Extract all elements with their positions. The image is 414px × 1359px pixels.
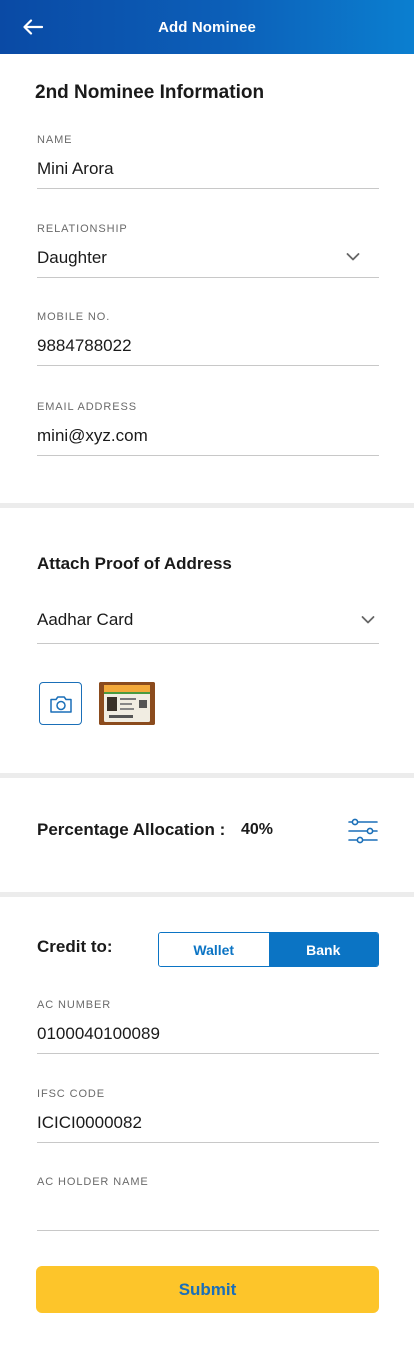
- ac-number-label: AC NUMBER: [37, 999, 112, 1011]
- arrow-left-icon: [23, 19, 43, 35]
- email-field[interactable]: EMAIL ADDRESS mini@xyz.com: [37, 401, 379, 456]
- camera-icon: [49, 695, 72, 713]
- credit-toggle: Wallet Bank: [158, 932, 379, 967]
- wallet-option[interactable]: Wallet: [159, 933, 269, 966]
- mobile-field[interactable]: MOBILE NO. 9884788022: [37, 311, 379, 366]
- ifsc-label: IFSC CODE: [37, 1088, 105, 1100]
- email-label: EMAIL ADDRESS: [37, 401, 137, 413]
- proof-section-title: Attach Proof of Address: [37, 554, 232, 573]
- id-card-image: [99, 682, 155, 725]
- page-title: Add Nominee: [158, 18, 256, 36]
- bank-option[interactable]: Bank: [268, 933, 378, 966]
- section-divider: [0, 892, 414, 897]
- document-type-dropdown[interactable]: Aadhar Card: [37, 600, 379, 644]
- ac-number-field[interactable]: AC NUMBER 0100040100089: [37, 999, 379, 1054]
- section-divider: [0, 773, 414, 778]
- relationship-dropdown[interactable]: RELATIONSHIP Daughter: [37, 223, 379, 278]
- back-button[interactable]: [18, 13, 48, 41]
- camera-button[interactable]: [39, 682, 82, 725]
- allocation-label: Percentage Allocation :: [37, 820, 226, 839]
- name-value: Mini Arora: [37, 159, 114, 178]
- name-label: NAME: [37, 134, 73, 146]
- ac-number-value: 0100040100089: [37, 1024, 160, 1043]
- ac-holder-field[interactable]: AC HOLDER NAME: [37, 1176, 379, 1231]
- section-divider: [0, 503, 414, 508]
- submit-button[interactable]: Submit: [36, 1266, 379, 1313]
- document-type-value: Aadhar Card: [37, 610, 134, 629]
- mobile-value: 9884788022: [37, 336, 132, 355]
- chevron-down-icon: [361, 616, 375, 624]
- ifsc-value: ICICI0000082: [37, 1113, 142, 1132]
- mobile-label: MOBILE NO.: [37, 311, 111, 323]
- name-field[interactable]: NAME Mini Arora: [37, 134, 379, 189]
- chevron-down-icon: [346, 253, 360, 261]
- ac-holder-label: AC HOLDER NAME: [37, 1176, 149, 1188]
- allocation-adjust-button[interactable]: [346, 816, 380, 846]
- ifsc-field[interactable]: IFSC CODE ICICI0000082: [37, 1088, 379, 1143]
- relationship-label: RELATIONSHIP: [37, 223, 128, 235]
- sliders-icon: [348, 818, 378, 844]
- email-value: mini@xyz.com: [37, 426, 148, 445]
- relationship-value: Daughter: [37, 248, 107, 267]
- aadhar-card-thumbnail[interactable]: [99, 682, 155, 725]
- credit-label: Credit to:: [37, 937, 113, 956]
- ac-holder-value: [37, 1199, 379, 1223]
- app-header: Add Nominee: [0, 0, 414, 54]
- nominee-section-title: 2nd Nominee Information: [35, 82, 265, 103]
- allocation-value: 40%: [241, 821, 274, 838]
